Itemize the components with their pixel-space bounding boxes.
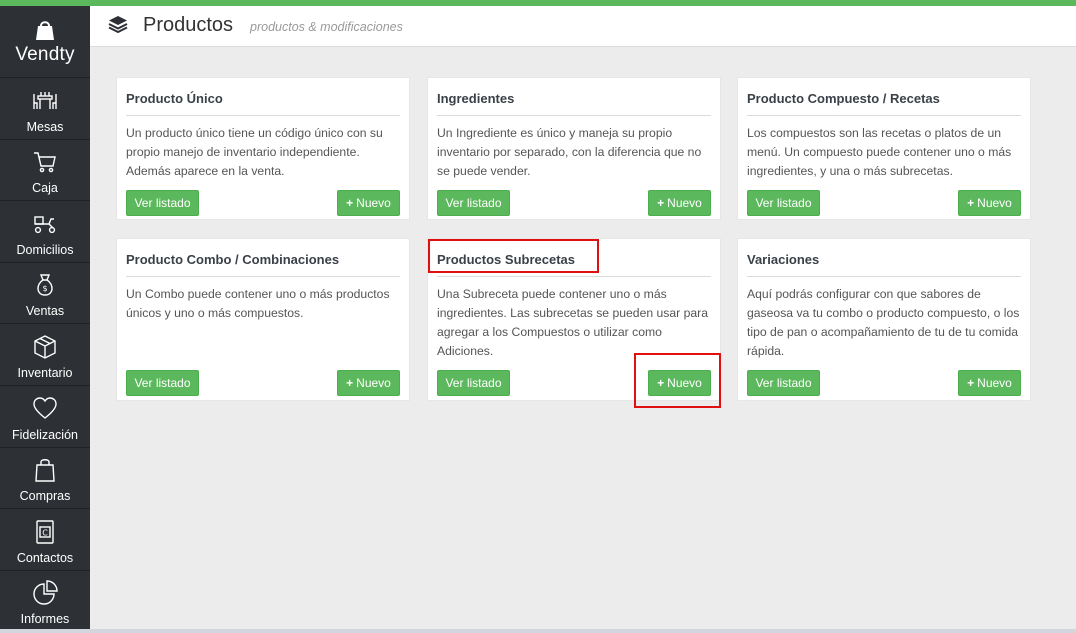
sidebar-item-caja[interactable]: Caja [0, 138, 90, 201]
page-title: Productos [143, 14, 234, 36]
pie-chart-icon [33, 580, 58, 606]
sidebar-item-label: Contactos [16, 550, 74, 565]
logo[interactable]: Vendty [0, 6, 90, 77]
divider [437, 276, 711, 277]
card-producto-combo: Producto Combo / Combinaciones Un Combo … [116, 238, 410, 401]
card-title: Producto Compuesto / Recetas [747, 91, 940, 106]
svg-text:C: C [42, 528, 48, 537]
nuevo-button[interactable]: + Nuevo [337, 370, 400, 396]
sidebar-item-label: Informes [20, 612, 70, 627]
card-description: Una Subreceta puede contener uno o más i… [437, 287, 709, 358]
ver-listado-button[interactable]: Ver listado [437, 190, 510, 216]
button-label: Ver listado [445, 376, 502, 390]
bottom-scrollbar[interactable] [0, 629, 1076, 633]
button-label: Nuevo [356, 196, 391, 210]
nuevo-button[interactable]: + Nuevo [648, 370, 711, 396]
divider [126, 276, 400, 277]
page-subtitle: productos & modificaciones [250, 20, 403, 34]
card-productos-subrecetas: Productos Subrecetas Una Subreceta puede… [427, 238, 721, 401]
box-icon [34, 335, 56, 359]
button-label: Nuevo [356, 376, 391, 390]
ver-listado-button[interactable]: Ver listado [126, 190, 199, 216]
plus-icon: + [346, 196, 354, 210]
contacts-book-icon: C [36, 520, 54, 544]
button-label: Ver listado [134, 196, 191, 210]
divider [126, 115, 400, 116]
card-producto-compuesto: Producto Compuesto / Recetas Los compues… [737, 77, 1031, 220]
plus-icon: + [657, 196, 665, 210]
button-label: Ver listado [755, 196, 812, 210]
card-title: Productos Subrecetas [437, 252, 575, 267]
sidebar-item-label: Mesas [26, 119, 64, 134]
shopping-bag-logo-icon [36, 20, 54, 40]
nuevo-button[interactable]: + Nuevo [958, 370, 1021, 396]
sidebar-item-ventas[interactable]: $ Ventas [0, 261, 90, 324]
nuevo-button[interactable]: + Nuevo [648, 190, 711, 216]
divider [747, 115, 1021, 116]
ver-listado-button[interactable]: Ver listado [126, 370, 199, 396]
ver-listado-button[interactable]: Ver listado [747, 190, 820, 216]
sidebar-item-mesas[interactable]: Mesas [0, 77, 90, 139]
card-description: Un producto único tiene un código único … [126, 126, 383, 178]
sidebar-item-contactos[interactable]: C Contactos [0, 508, 90, 570]
card-description: Los compuestos son las recetas o platos … [747, 126, 1012, 178]
heart-icon [33, 396, 57, 419]
ver-listado-button[interactable]: Ver listado [437, 370, 510, 396]
card-title: Producto Combo / Combinaciones [126, 252, 340, 267]
button-label: Ver listado [445, 196, 502, 210]
card-title: Variaciones [747, 252, 820, 267]
card-title: Ingredientes [437, 91, 515, 106]
divider [747, 276, 1021, 277]
divider [437, 115, 711, 116]
button-label: Ver listado [755, 376, 812, 390]
card-title: Producto Único [126, 91, 223, 106]
sidebar-item-domicilios[interactable]: Domicilios [0, 200, 90, 262]
delivery-scooter-icon [34, 216, 56, 233]
card-producto-unico: Producto Único Un producto único tiene u… [116, 77, 410, 220]
plus-icon: + [346, 376, 354, 390]
page-header: Productos productos & modificaciones [90, 6, 1076, 47]
card-description: Un Ingrediente es único y maneja su prop… [437, 126, 702, 178]
sidebar-item-label: Fidelización [11, 427, 78, 442]
sidebar: Vendty Mesas Caja Domicilios $ Ventas In… [0, 6, 90, 629]
card-description: Aquí podrás configurar con que sabores d… [747, 287, 1020, 358]
brand-name: Vendty [15, 43, 75, 65]
nuevo-button[interactable]: + Nuevo [337, 190, 400, 216]
sidebar-item-label: Compras [19, 489, 71, 504]
nuevo-button[interactable]: + Nuevo [958, 190, 1021, 216]
sidebar-item-label: Domicilios [16, 242, 74, 257]
card-variaciones: Variaciones Aquí podrás configurar con q… [737, 238, 1031, 401]
button-label: Nuevo [977, 196, 1012, 210]
money-bag-icon: $ [37, 274, 53, 297]
shopping-bag-icon [35, 459, 55, 482]
button-label: Nuevo [667, 196, 702, 210]
layers-icon [108, 16, 128, 34]
plus-icon: + [967, 376, 975, 390]
sidebar-item-label: Caja [32, 181, 58, 196]
sidebar-item-compras[interactable]: Compras [0, 446, 90, 509]
ver-listado-button[interactable]: Ver listado [747, 370, 820, 396]
sidebar-item-label: Ventas [25, 304, 65, 319]
shopping-cart-icon [34, 152, 56, 173]
button-label: Nuevo [977, 376, 1012, 390]
card-description: Un Combo puede contener uno o más produc… [126, 287, 390, 320]
card-ingredientes: Ingredientes Un Ingrediente es único y m… [427, 77, 721, 220]
dining-table-icon [33, 91, 57, 109]
button-label: Nuevo [667, 376, 702, 390]
svg-text:$: $ [42, 284, 47, 293]
sidebar-item-inventario[interactable]: Inventario [0, 323, 90, 385]
button-label: Ver listado [134, 376, 191, 390]
sidebar-item-fidelizacion[interactable]: Fidelización [0, 384, 90, 447]
sidebar-item-informes[interactable]: Informes [0, 569, 90, 632]
plus-icon: + [657, 376, 665, 390]
sidebar-item-label: Inventario [17, 365, 73, 380]
plus-icon: + [967, 196, 975, 210]
